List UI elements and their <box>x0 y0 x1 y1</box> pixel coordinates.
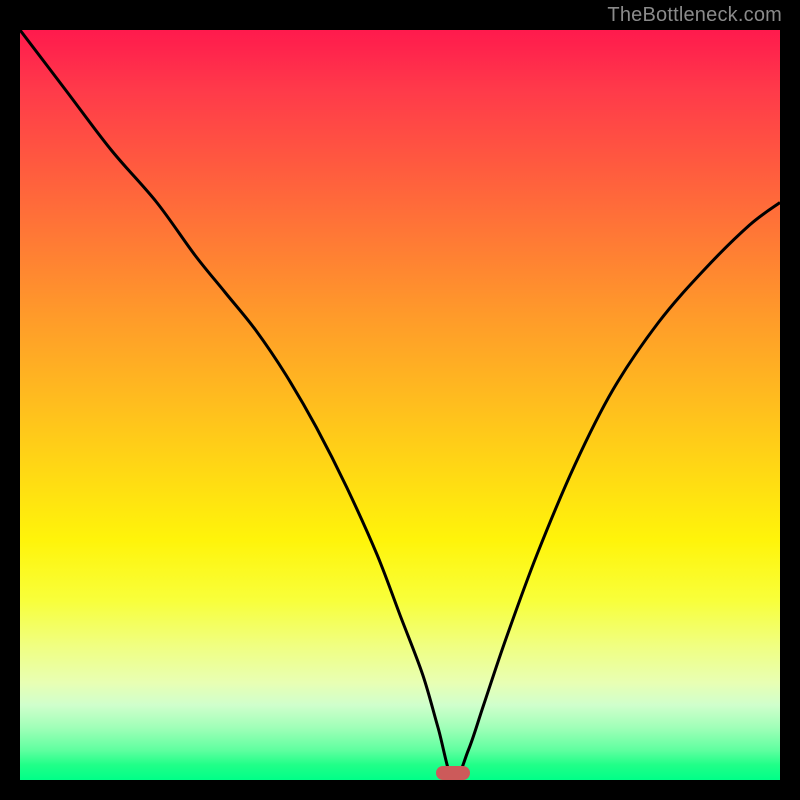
watermark-text: TheBottleneck.com <box>607 4 782 27</box>
curve-path <box>20 30 780 780</box>
optimum-marker <box>436 766 470 780</box>
chart-frame: TheBottleneck.com <box>0 0 800 800</box>
bottleneck-curve <box>20 30 780 780</box>
